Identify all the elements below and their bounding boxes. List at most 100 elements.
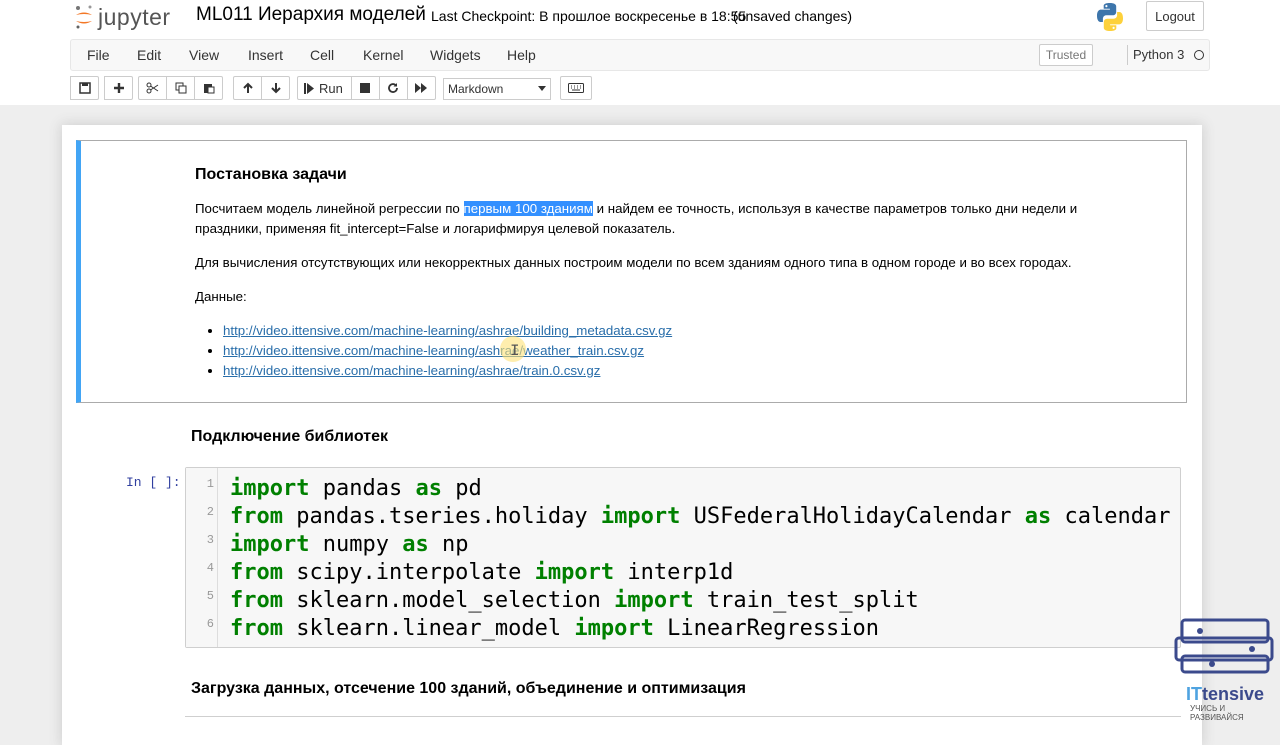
code-line: from scipy.interpolate import interp1d [230, 560, 733, 585]
scissors-icon [146, 82, 159, 94]
line-number: 4 [206, 561, 214, 575]
paste-button[interactable] [194, 76, 223, 100]
menu-insert[interactable]: Insert [248, 47, 283, 63]
menu-help[interactable]: Help [507, 47, 536, 63]
list-item: http://video.ittensive.com/machine-learn… [223, 321, 895, 341]
code-keyword: from [230, 504, 283, 529]
run-button[interactable]: Run [297, 76, 352, 100]
dropdown-arrow-icon [538, 86, 546, 91]
paragraph-1-text-c: праздники, применяя fit_intercept=False … [195, 221, 676, 236]
cell-type-select[interactable]: Markdown [443, 78, 551, 100]
paste-icon [203, 84, 214, 94]
jupyter-logo[interactable]: jupyter [74, 3, 171, 31]
cell-heading: Подключение библиотек [191, 428, 388, 445]
code-keyword: import [614, 588, 694, 613]
copy-button[interactable] [166, 76, 195, 100]
restart-icon [388, 83, 399, 93]
markdown-cell[interactable]: Загрузка данных, отсечение 100 зданий, о… [191, 680, 746, 698]
code-keyword: from [230, 616, 283, 641]
code-keyword: from [230, 560, 283, 585]
kernel-idle-icon [1194, 50, 1204, 60]
line-number: 5 [206, 589, 214, 603]
run-button-label: Run [319, 80, 343, 96]
watermark-tagline: УЧИСЬ И РАЗВИВАЙСЯ [1190, 704, 1244, 722]
code-text: pd [441, 476, 482, 501]
restart-run-all-button[interactable] [406, 76, 436, 100]
keyboard-icon [568, 83, 584, 93]
markdown-cell[interactable]: Подключение библиотек [191, 428, 388, 446]
code-text: np [428, 532, 469, 557]
code-keyword: import [574, 616, 654, 641]
cell-heading: Загрузка данных, отсечение 100 зданий, о… [191, 680, 746, 697]
data-link-building-metadata[interactable]: http://video.ittensive.com/machine-learn… [223, 323, 672, 338]
insert-group [104, 76, 133, 100]
save-button[interactable] [70, 76, 99, 100]
line-number: 1 [206, 477, 214, 491]
toolbar: Run [0, 76, 1280, 102]
command-palette-button[interactable] [560, 76, 592, 100]
notebook-header: jupyter ML011 Иерархия моделей Last Chec… [0, 0, 1280, 105]
code-line: import numpy as np [230, 532, 468, 557]
paragraph-1: Посчитаем модель линейной регрессии по п… [195, 199, 1155, 239]
code-line: from pandas.tseries.holiday import USFed… [230, 504, 1170, 529]
code-text: LinearRegression [653, 616, 880, 641]
trusted-indicator[interactable]: Trusted [1039, 44, 1093, 66]
run-group: Run [297, 76, 436, 100]
menu-kernel[interactable]: Kernel [363, 47, 403, 63]
move-up-button[interactable] [233, 76, 262, 100]
next-cell-edge [185, 716, 1181, 717]
code-text: pandas [309, 476, 416, 501]
code-text: sklearn.model_selection [282, 588, 615, 613]
line-number: 2 [206, 505, 214, 519]
paragraph-1-text-a: Посчитаем модель линейной регрессии по [195, 201, 464, 216]
menu-bar: File Edit View Insert Cell Kernel Widget… [70, 39, 1210, 71]
code-text: numpy [309, 532, 403, 557]
code-keyword: as [415, 476, 442, 501]
markdown-cell-selected[interactable]: Постановка задачи Посчитаем модель линей… [76, 140, 1187, 403]
kernel-separator [1127, 45, 1128, 65]
data-link-train[interactable]: http://video.ittensive.com/machine-learn… [223, 363, 600, 378]
autosave-status: (unsaved changes) [733, 8, 853, 24]
menu-widgets[interactable]: Widgets [430, 47, 481, 63]
cut-button[interactable] [138, 76, 167, 100]
menu-file[interactable]: File [87, 47, 110, 63]
paragraph-2: Для вычисления отсутствующих или некорре… [195, 255, 1072, 270]
step-forward-icon [304, 82, 314, 94]
menu-cell[interactable]: Cell [310, 47, 334, 63]
move-down-button[interactable] [261, 76, 290, 100]
copy-icon [175, 82, 186, 94]
restart-button[interactable] [378, 76, 408, 100]
menu-view[interactable]: View [189, 47, 219, 63]
list-item: http://video.ittensive.com/machine-learn… [223, 361, 895, 381]
menu-edit[interactable]: Edit [137, 47, 161, 63]
code-keyword: as [402, 532, 429, 557]
kernel-name: Python 3 [1133, 47, 1185, 62]
move-group [233, 76, 290, 100]
jupyter-logo-icon [76, 5, 92, 29]
watermark-brand-it: IT [1186, 684, 1202, 704]
watermark-brand-rest: tensive [1202, 684, 1265, 704]
insert-cell-button[interactable] [104, 76, 133, 100]
python-logo-icon [1097, 3, 1123, 31]
code-text: scipy.interpolate [282, 560, 535, 585]
code-text: sklearn.linear_model [282, 616, 575, 641]
code-keyword: import [534, 560, 615, 585]
code-line: import pandas as pd [230, 476, 482, 501]
clipboard-group [138, 76, 223, 100]
code-text: calendar [1051, 504, 1171, 529]
logout-button[interactable]: Logout [1146, 1, 1204, 31]
interrupt-button[interactable] [350, 76, 380, 100]
arrow-up-icon [242, 82, 253, 93]
notebook-name[interactable]: ML011 Иерархия моделей [196, 4, 426, 26]
code-line: from sklearn.model_selection import trai… [230, 588, 919, 613]
code-text: USFederalHolidayCalendar [680, 504, 1025, 529]
data-link-weather-train[interactable]: http://video.ittensive.com/machine-learn… [223, 343, 644, 358]
stop-icon [360, 83, 371, 93]
line-number: 3 [206, 533, 214, 547]
top-bar: jupyter ML011 Иерархия моделей Last Chec… [70, 0, 1210, 36]
cell-heading: Постановка задачи [195, 166, 347, 183]
list-item: http://video.ittensive.com/machine-learn… [223, 341, 895, 361]
code-cell-editor[interactable]: 1 2 3 4 5 6 import pandas as pd from pand… [185, 467, 1181, 648]
plus-icon [113, 83, 124, 93]
fast-forward-icon [414, 83, 427, 93]
